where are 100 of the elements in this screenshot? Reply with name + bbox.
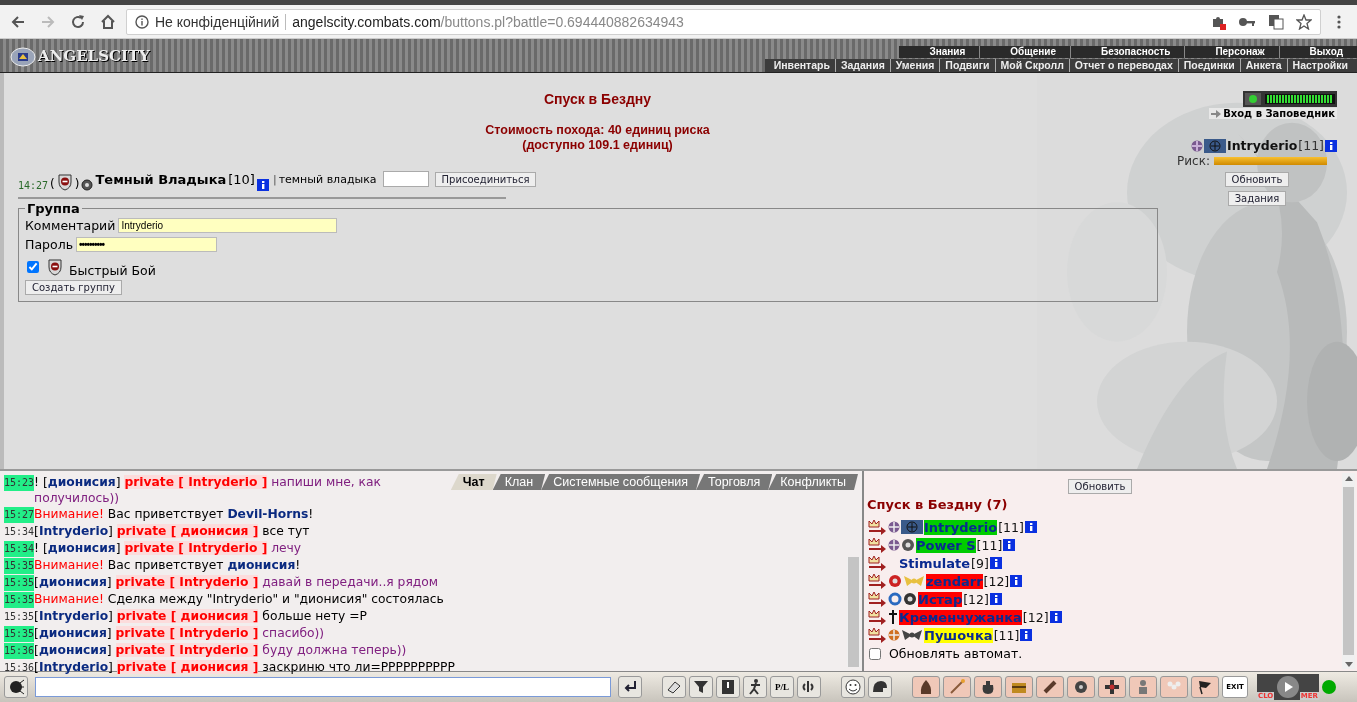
info-icon[interactable] [1010, 575, 1023, 587]
scrollbar[interactable] [1342, 473, 1355, 669]
hood-button[interactable] [912, 676, 940, 698]
menu-link[interactable]: Знания [898, 46, 980, 58]
menu-link[interactable]: Задания [834, 59, 890, 72]
reload-icon[interactable] [70, 13, 86, 30]
info-icon[interactable] [1003, 539, 1016, 551]
player-name[interactable]: Intryderio [924, 519, 998, 535]
gear-icon [81, 179, 94, 191]
message-field[interactable] [35, 677, 611, 697]
menu-link[interactable]: Умения [889, 59, 940, 72]
radio-meter-icon[interactable] [1243, 91, 1337, 107]
crown-arrow-icon[interactable] [867, 537, 887, 553]
cost-text: Стоимость похода: 40 единиц риска [484, 123, 711, 138]
cross-button[interactable] [1098, 676, 1126, 698]
comment-field[interactable]: Intryderio [118, 218, 338, 233]
player-name[interactable]: Power S [916, 537, 976, 553]
menu-link[interactable]: Подвиги [939, 59, 995, 72]
smiley-icon [844, 678, 862, 696]
sound-button[interactable] [797, 676, 821, 698]
field-label: Комментарий [25, 218, 116, 233]
menu-link[interactable]: Анкета [1239, 59, 1287, 72]
refresh-button[interactable]: Обновить [1067, 479, 1133, 494]
chat-message: [Intryderio] private [ дионисия ] больше нету =Р [34, 608, 368, 624]
menu-link[interactable]: Инвентарь [768, 59, 835, 72]
crown-arrow-icon[interactable] [867, 627, 887, 643]
group-legend: Группа [25, 201, 82, 216]
figure-button[interactable] [743, 676, 767, 698]
refresh-button[interactable]: Обновить [1224, 172, 1290, 187]
message-time: 15:36 [4, 643, 35, 659]
quests-button[interactable]: Задания [1227, 191, 1287, 206]
orb-button[interactable] [1067, 676, 1095, 698]
chat-tab[interactable]: Торговля [696, 474, 773, 490]
scroll-up-icon[interactable] [1344, 475, 1353, 481]
password-field[interactable]: •••••••••• [76, 237, 217, 252]
star-icon[interactable] [1296, 13, 1312, 30]
menu-link[interactable]: Выход [1278, 46, 1357, 58]
filter-button[interactable] [689, 676, 713, 698]
crown-arrow-icon[interactable] [867, 573, 887, 589]
checkbox-label: Быстрый Бой [69, 262, 156, 278]
location-title: Спуск в Бездну (7) [867, 497, 1009, 512]
password-field[interactable] [382, 171, 429, 187]
join-button[interactable]: Присоединиться [434, 171, 537, 187]
message-time: 15:35 [4, 592, 35, 608]
crown-arrow-icon[interactable] [867, 555, 887, 571]
leader-name[interactable]: Темный Владыка [95, 171, 227, 187]
crown-arrow-icon[interactable] [867, 519, 887, 535]
info-icon[interactable] [989, 557, 1002, 569]
time-text: 14:27 [18, 180, 49, 191]
info-icon[interactable] [1024, 521, 1037, 533]
player-name[interactable]: Stimulate [899, 555, 971, 571]
eraser-button[interactable] [662, 676, 686, 698]
level-text: [11] [976, 537, 1003, 553]
pl-button[interactable]: P/L [770, 676, 794, 698]
chat-message: [Intryderio] private [ дионисия ] заскриню что ли=PPPPPPPPPP [34, 659, 456, 675]
menu-link[interactable]: Мой Скролл [994, 59, 1069, 72]
info-icon[interactable] [256, 179, 269, 191]
cross-icon [1103, 678, 1121, 696]
play-icon[interactable] [1277, 676, 1299, 698]
character-name[interactable]: Intryderio [1227, 138, 1298, 153]
create-group-button[interactable]: Создать группу [25, 280, 122, 295]
menu-link[interactable]: Общение [979, 46, 1070, 58]
menu-link[interactable]: Безопасность [1070, 46, 1185, 58]
player-name[interactable]: Пушочка [924, 627, 993, 643]
url-text: angelscity.combats.com/buttons.pl?battle=0.694440882634943 [292, 13, 684, 30]
info-icon[interactable] [989, 593, 1002, 605]
log-button[interactable] [716, 676, 740, 698]
menu-link[interactable]: Персонаж [1184, 46, 1279, 58]
checkbox[interactable] [869, 647, 881, 660]
menu-icon[interactable] [1336, 13, 1342, 30]
helmet-button[interactable] [868, 676, 892, 698]
enter-button[interactable] [618, 676, 642, 698]
info-icon[interactable] [1020, 629, 1033, 641]
menu-link[interactable]: Настройки [1286, 59, 1353, 72]
info-icon[interactable] [135, 14, 149, 29]
menu-link[interactable]: Поединки [1177, 59, 1240, 72]
level-text: [11] [993, 627, 1020, 643]
flag-button[interactable] [1191, 676, 1219, 698]
smiley-button[interactable] [841, 676, 865, 698]
wand-icon [948, 678, 966, 696]
chest-button[interactable] [1005, 676, 1033, 698]
address-bar[interactable]: Не конфіденційний angelscity.combats.com/buttons.pl?battle=0.694440882634943 [126, 8, 1321, 35]
level-text: [9] [971, 555, 989, 571]
info-icon[interactable] [1049, 611, 1062, 623]
chat-tab[interactable]: Конфликты [768, 474, 858, 490]
scrollbar[interactable] [847, 557, 860, 667]
home-icon[interactable] [100, 13, 116, 30]
reserve-link[interactable]: Вход в Заповедник [1209, 108, 1337, 119]
paren-text: ( [50, 177, 55, 191]
chat-tab[interactable]: Чат [450, 474, 497, 490]
comment-text: темный владыка [278, 172, 377, 186]
checkbox[interactable] [27, 261, 39, 273]
chat-tab[interactable]: Клан [492, 474, 546, 490]
menu-link[interactable]: Отчет о переводах [1068, 59, 1178, 72]
crown-arrow-icon[interactable] [867, 591, 887, 607]
chat-tab[interactable]: Системные сообщения [541, 474, 701, 490]
crown-arrow-icon[interactable] [867, 609, 887, 625]
scroll-down-icon[interactable] [1344, 661, 1353, 667]
bag-button[interactable] [974, 676, 1002, 698]
back-icon[interactable] [10, 13, 26, 30]
